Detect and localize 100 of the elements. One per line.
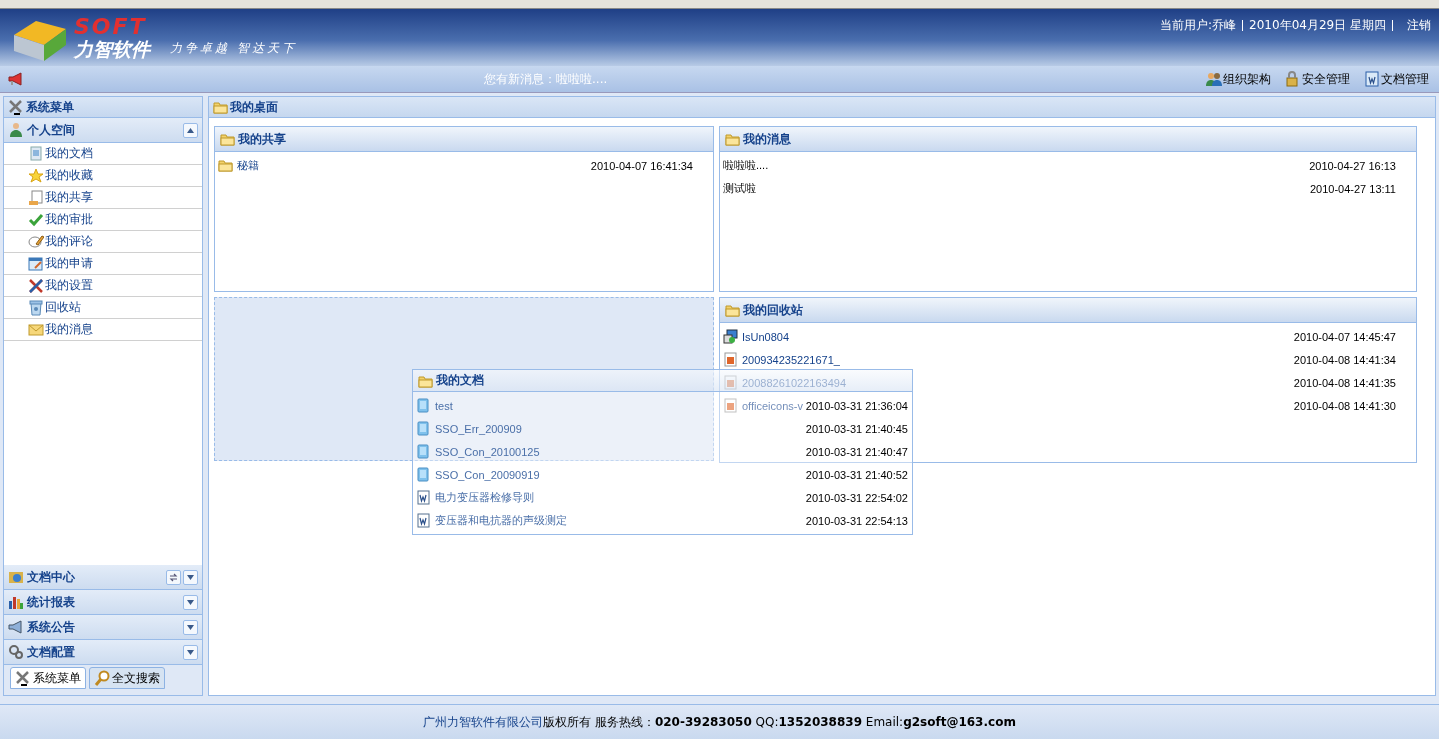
file-link[interactable]: SSO_Con_20100125	[435, 445, 540, 458]
file-link[interactable]: 电力变压器检修导则	[435, 490, 534, 505]
folder-icon	[418, 373, 433, 388]
accordion-header[interactable]: 文档配置	[4, 640, 202, 665]
footer-text: 广州力智软件有限公司版权所有 服务热线：020-39283050 QQ:1352038839 Email:g2soft@163.com	[423, 713, 1016, 731]
date-text: 2010-04-08 14:41:34	[1293, 353, 1396, 366]
toolbar-link[interactable]: 文档管理	[1364, 70, 1429, 88]
caret-down-icon	[186, 647, 195, 657]
bar-chart-icon	[8, 594, 24, 610]
toggle-button[interactable]	[183, 619, 198, 635]
folder-icon	[725, 303, 740, 317]
comment-pencil-icon	[28, 233, 44, 250]
accordion-header[interactable]: 系统公告	[4, 615, 202, 640]
megaphone-icon	[8, 72, 24, 86]
sidebar-item[interactable]: 我的审批	[4, 209, 202, 231]
sidebar-item[interactable]: 我的收藏	[4, 165, 202, 187]
accordion-header[interactable]: 统计报表	[4, 590, 202, 615]
accordion-header[interactable]: 文档中心	[4, 565, 202, 590]
current-date: 2010年04月29日 星期四	[1249, 17, 1386, 34]
file-link[interactable]: test	[435, 399, 453, 412]
file-link[interactable]: SSO_Err_200909	[435, 422, 522, 435]
installer-icon	[723, 329, 738, 344]
logo-wordmark: SOFT	[74, 16, 148, 38]
toolbar-link[interactable]: 组织架构	[1206, 70, 1271, 88]
word-document-icon	[416, 513, 431, 528]
desktop-title: 我的桌面	[230, 98, 278, 116]
person-icon	[8, 122, 24, 138]
portlet-title: 我的共享	[238, 130, 286, 148]
date-text: 2010-03-31 21:36:04	[805, 399, 908, 412]
globe-folder-icon	[8, 569, 24, 585]
file-link[interactable]: SSO_Con_20090919	[435, 468, 540, 481]
portlet-title: 我的消息	[743, 130, 791, 148]
message-link[interactable]: 啦啦啦....	[723, 158, 769, 173]
toggle-button[interactable]	[183, 122, 198, 138]
date-text: 2010-04-07 14:45:47	[1293, 330, 1396, 343]
date-text: 2010-03-31 21:40:52	[805, 468, 908, 481]
tools-icon	[28, 277, 44, 294]
date-text: 2010-04-27 13:11	[1309, 182, 1396, 195]
tab[interactable]: 全文搜索	[89, 667, 165, 689]
toolbar-link[interactable]: 安全管理	[1285, 70, 1350, 88]
sidebar-item[interactable]: 回收站	[4, 297, 202, 319]
word-document-icon	[416, 490, 431, 505]
portlet-title: 我的文档	[436, 372, 484, 389]
refresh-button[interactable]	[166, 569, 181, 585]
gears-icon	[8, 644, 24, 660]
folder-icon	[218, 158, 233, 173]
form-icon	[28, 255, 44, 272]
toggle-button[interactable]	[183, 644, 198, 660]
lock-icon	[1285, 71, 1301, 87]
folder-icon	[220, 132, 235, 146]
date-text: 2010-04-08 14:41:30	[1293, 399, 1396, 412]
sidebar-title: 系统菜单	[26, 98, 74, 116]
company-link[interactable]: 广州力智软件有限公司	[423, 714, 544, 729]
shared-document-icon	[28, 189, 44, 206]
sidebar-item[interactable]: 我的评论	[4, 231, 202, 253]
tab[interactable]: 系统菜单	[10, 667, 86, 689]
refresh-icon	[169, 572, 178, 582]
logo-name: 力智软件	[74, 40, 150, 59]
document-icon	[28, 145, 44, 162]
sidebar-item[interactable]: 我的共享	[4, 187, 202, 209]
sidebar-item[interactable]: 我的设置	[4, 275, 202, 297]
recycle-bin-icon	[28, 299, 44, 316]
image-file-icon	[723, 398, 738, 413]
new-message-text: 您有新消息：啦啦啦....	[484, 70, 609, 88]
file-link[interactable]: IsUn0804	[742, 330, 790, 343]
date-text: 2010-03-31 21:40:47	[805, 445, 908, 458]
message-link[interactable]: 测试啦	[723, 181, 756, 196]
toggle-button[interactable]	[183, 594, 198, 610]
date-text: 2010-04-08 14:41:35	[1293, 376, 1396, 389]
accordion-header[interactable]: 个人空间	[4, 118, 202, 143]
date-text: 2010-03-31 21:40:45	[805, 422, 908, 435]
sidebar-item[interactable]: 我的消息	[4, 319, 202, 341]
document-icon	[416, 467, 431, 482]
file-link[interactable]: 200934235221671_	[742, 353, 840, 366]
caret-up-icon	[186, 125, 195, 135]
date-text: 2010-04-07 16:41:34	[590, 159, 693, 172]
sidebar-item[interactable]: 我的文档	[4, 143, 202, 165]
search-icon	[94, 670, 110, 686]
file-link[interactable]: 秘籍	[237, 158, 259, 173]
megaphone-icon	[8, 619, 24, 635]
portlet-title: 我的回收站	[743, 301, 803, 319]
caret-down-icon	[186, 572, 195, 582]
date-text: 2010-04-27 16:13	[1309, 159, 1396, 172]
date-text: 2010-03-31 22:54:02	[805, 491, 908, 504]
people-icon	[1206, 71, 1222, 87]
caret-down-icon	[186, 622, 195, 632]
folder-icon	[725, 132, 740, 146]
star-icon	[28, 167, 44, 184]
caret-down-icon	[186, 597, 195, 607]
toggle-button[interactable]	[183, 569, 198, 585]
logout-link[interactable]: 注销	[1407, 17, 1431, 34]
document-icon	[416, 421, 431, 436]
file-link[interactable]: 变压器和电抗器的声级测定	[435, 513, 567, 528]
sidebar-item[interactable]: 我的申请	[4, 253, 202, 275]
document-icon	[416, 398, 431, 413]
tools-icon	[8, 99, 24, 115]
envelope-icon	[28, 321, 44, 338]
folder-icon	[213, 100, 228, 114]
image-file-icon	[723, 375, 738, 390]
date-text: 2010-03-31 22:54:13	[805, 514, 908, 527]
